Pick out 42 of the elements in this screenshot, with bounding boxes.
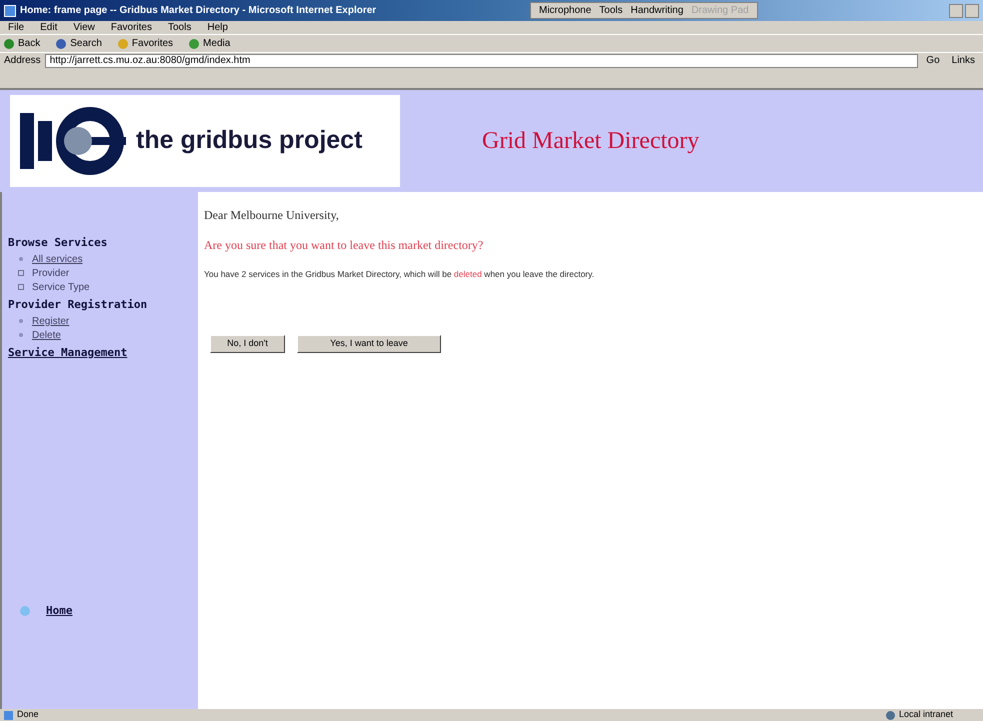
menu-item[interactable]: File <box>8 20 24 35</box>
menu-item[interactable]: Tools <box>168 20 192 35</box>
address-field[interactable]: http://jarrett.cs.mu.oz.au:8080/gmd/index.htm <box>44 54 918 68</box>
language-bar-button[interactable]: Microphone <box>539 3 592 18</box>
expand-icon[interactable] <box>18 284 24 290</box>
form-button[interactable]: Yes, I want to leave <box>297 334 441 353</box>
toolbar-button[interactable]: Back <box>4 36 40 51</box>
menu-item[interactable]: Edit <box>40 20 58 35</box>
home-link[interactable]: Home <box>46 602 72 619</box>
toolbar-button[interactable]: Search <box>56 36 102 51</box>
sidebar-heading[interactable]: Service Management <box>8 344 192 362</box>
language-bar-button[interactable]: Handwriting <box>630 3 684 18</box>
sidebar-link[interactable]: Provider <box>32 266 70 280</box>
menu-item[interactable]: View <box>73 20 95 35</box>
menu-item[interactable]: Favorites <box>110 20 152 35</box>
links-button[interactable]: Links <box>948 53 979 68</box>
logo-text: the gridbus project <box>136 125 362 156</box>
go-button[interactable]: Go <box>922 53 944 68</box>
site-title: Grid Market Directory <box>482 127 700 156</box>
warning-message: You have 2 services in the Gridbus Market Directory, which will be deleted when you leave the directory. <box>204 268 596 281</box>
sidebar-heading: Browse Services <box>8 235 108 251</box>
bullet-icon <box>19 257 23 261</box>
confirmation-question: Are you sure that you want to leave this market directory? <box>204 237 484 254</box>
expand-icon[interactable] <box>18 270 24 276</box>
form-button[interactable]: No, I don't <box>210 334 285 353</box>
sidebar-link[interactable]: Service Type <box>32 280 90 294</box>
bullet-icon <box>19 319 23 323</box>
zone-text: Local intranet <box>899 708 954 721</box>
greeting-text: Dear Melbourne University, <box>204 207 340 224</box>
status-text: Done <box>17 708 39 721</box>
window-title: Home: frame page -- Gridbus Market Directory - Microsoft Internet Explorer <box>20 4 378 18</box>
sidebar-link[interactable]: Register <box>32 314 70 328</box>
sidebar-heading: Provider Registration <box>8 297 148 313</box>
ie-icon <box>4 4 16 16</box>
toolbar-button[interactable]: Favorites <box>118 36 174 51</box>
address-label: Address <box>4 54 41 68</box>
sidebar-link[interactable]: Delete <box>32 328 61 342</box>
toolbar-button[interactable]: Media <box>189 36 230 51</box>
menu-item[interactable]: Help <box>207 20 228 35</box>
language-bar-button[interactable]: Tools <box>599 3 623 18</box>
bullet-icon <box>19 333 23 337</box>
sidebar-link[interactable]: All services <box>32 252 83 266</box>
